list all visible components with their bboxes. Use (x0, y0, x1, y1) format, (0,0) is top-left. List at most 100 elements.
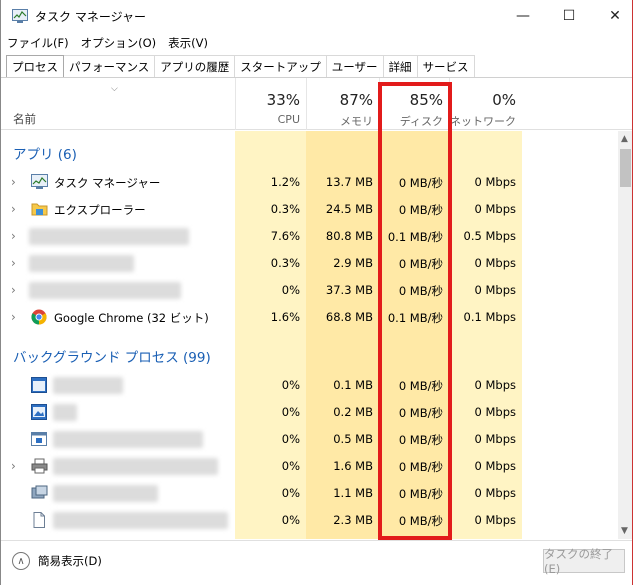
blurred-process-name (53, 377, 123, 394)
process-row[interactable]: › 0.3% 2.9 MB 0 MB/秒 0 Mbps (1, 250, 618, 277)
menu-options[interactable]: オプション(O) (75, 33, 163, 53)
network-value: 0.5 Mbps (463, 229, 516, 243)
tab-processes[interactable]: プロセス (6, 55, 64, 77)
group-apps: アプリ (6) (13, 147, 77, 163)
column-name[interactable]: 名前 (13, 111, 36, 127)
process-row[interactable]: › 0% 1.6 MB 0 MB/秒 0 Mbps (1, 453, 618, 480)
chrome-icon (31, 309, 48, 325)
process-row[interactable]: 0% 0.5 MB 0 MB/秒 0 Mbps (1, 426, 618, 453)
cpu-label: CPU (277, 113, 300, 126)
memory-value: 24.5 MB (325, 202, 373, 216)
task-manager-icon (31, 174, 48, 190)
expand-chevron-icon[interactable]: › (11, 283, 16, 297)
network-value: 0 Mbps (474, 486, 517, 500)
menu-view[interactable]: 表示(V) (162, 33, 214, 53)
task-manager-app-icon (12, 9, 28, 23)
column-header: ⌵ 名前 33% CPU 87% メモリ 85% ディスク 0% ネットワーク (1, 78, 633, 130)
folder-icon (31, 201, 48, 217)
document-icon (31, 512, 48, 528)
blurred-process-name (53, 512, 228, 529)
blurred-process-name (53, 431, 203, 448)
network-value: 0 Mbps (474, 513, 517, 527)
network-value: 0 Mbps (474, 202, 517, 216)
title-bar: タスク マネージャー — ☐ ✕ (1, 0, 633, 32)
sort-chevron-icon: ⌵ (111, 84, 118, 94)
column-memory[interactable]: 87% メモリ (306, 78, 379, 130)
close-icon: ✕ (609, 8, 621, 24)
process-row[interactable]: › 0% 37.3 MB 0 MB/秒 0 Mbps (1, 277, 618, 304)
memory-label: メモリ (340, 115, 373, 128)
maximize-button[interactable]: ☐ (547, 0, 591, 32)
expand-chevron-icon[interactable]: › (11, 256, 16, 270)
vertical-scrollbar[interactable]: ▲ ▼ (618, 131, 633, 539)
process-row[interactable]: › 7.6% 80.8 MB 0.1 MB/秒 0.5 Mbps (1, 223, 618, 250)
memory-total: 87% (339, 91, 373, 109)
scroll-up-icon[interactable]: ▲ (621, 134, 628, 144)
network-value: 0 Mbps (474, 405, 517, 419)
tab-strip: プロセス パフォーマンス アプリの履歴 スタートアップ ユーザー 詳細 サービス (6, 55, 475, 77)
system-process-icon (31, 485, 48, 501)
cpu-value: 0% (281, 405, 300, 419)
column-cpu[interactable]: 33% CPU (235, 78, 306, 130)
memory-value: 2.9 MB (333, 256, 373, 270)
expand-chevron-icon[interactable]: › (11, 229, 16, 243)
scroll-down-icon[interactable]: ▼ (621, 526, 628, 536)
process-name: Google Chrome (32 ビット) (54, 311, 209, 325)
close-button[interactable]: ✕ (593, 0, 637, 32)
network-value: 0 Mbps (474, 378, 517, 392)
memory-value: 37.3 MB (325, 283, 373, 297)
image-app-icon (31, 404, 48, 420)
memory-value: 1.1 MB (333, 486, 373, 500)
memory-value: 80.8 MB (325, 229, 373, 243)
group-background: バックグラウンド プロセス (99) (13, 350, 211, 366)
fewer-details-button[interactable]: ∧ 簡易表示(D) (12, 552, 102, 570)
process-name: タスク マネージャー (54, 176, 161, 190)
process-row[interactable]: 0% 0.2 MB 0 MB/秒 0 Mbps (1, 399, 618, 426)
process-row[interactable]: › Google Chrome (32 ビット) 1.6% 68.8 MB 0.… (1, 304, 618, 331)
column-network[interactable]: 0% ネットワーク (449, 78, 522, 130)
tab-details[interactable]: 詳細 (382, 55, 418, 77)
tab-startup[interactable]: スタートアップ (234, 55, 327, 77)
tab-users[interactable]: ユーザー (325, 55, 384, 77)
process-row[interactable]: 0% 2.3 MB 0 MB/秒 0 Mbps (1, 507, 618, 534)
process-row[interactable]: 0% 0.1 MB 0 MB/秒 0 Mbps (1, 372, 618, 399)
fewer-details-label: 簡易表示(D) (38, 554, 102, 568)
expand-chevron-icon[interactable]: › (11, 459, 16, 473)
chevron-up-icon: ∧ (12, 552, 30, 570)
minimize-button[interactable]: — (501, 0, 545, 32)
cpu-value: 1.6% (270, 310, 300, 324)
network-value: 0.1 Mbps (463, 310, 516, 324)
cpu-value: 0% (281, 432, 300, 446)
footer: ∧ 簡易表示(D) タスクの終了(E) (1, 540, 633, 585)
end-task-button[interactable]: タスクの終了(E) (543, 547, 625, 576)
expand-chevron-icon[interactable]: › (11, 310, 16, 324)
scroll-thumb[interactable] (620, 149, 631, 187)
blurred-process-name (53, 458, 218, 475)
cpu-value: 0% (281, 378, 300, 392)
tab-app-history[interactable]: アプリの履歴 (154, 55, 236, 77)
menu-bar: ファイル(F) オプション(O) 表示(V) (1, 33, 214, 53)
expand-chevron-icon[interactable]: › (11, 202, 16, 216)
blurred-process-name (29, 282, 181, 299)
cpu-value: 7.6% (270, 229, 300, 243)
window-app-icon (31, 377, 48, 393)
cpu-value: 0% (281, 283, 300, 297)
memory-value: 0.2 MB (333, 405, 373, 419)
task-manager-window: タスク マネージャー — ☐ ✕ ファイル(F) オプション(O) 表示(V) … (0, 0, 640, 585)
blurred-process-name (29, 255, 134, 272)
memory-value: 68.8 MB (325, 310, 373, 324)
expand-chevron-icon[interactable]: › (11, 175, 16, 189)
tab-services[interactable]: サービス (416, 55, 475, 77)
network-label: ネットワーク (450, 115, 516, 128)
cpu-total: 33% (266, 91, 300, 109)
background-window-edge (632, 0, 640, 585)
process-row[interactable]: 0% 1.1 MB 0 MB/秒 0 Mbps (1, 480, 618, 507)
network-total: 0% (492, 91, 516, 109)
menu-file[interactable]: ファイル(F) (1, 33, 75, 53)
blurred-process-name (29, 228, 189, 245)
tab-performance[interactable]: パフォーマンス (63, 55, 156, 77)
process-row[interactable]: › エクスプローラー 0.3% 24.5 MB 0 MB/秒 0 Mbps (1, 196, 618, 223)
network-value: 0 Mbps (474, 175, 517, 189)
memory-value: 13.7 MB (325, 175, 373, 189)
process-row[interactable]: › タスク マネージャー 1.2% 13.7 MB 0 MB/秒 0 Mbps (1, 169, 618, 196)
